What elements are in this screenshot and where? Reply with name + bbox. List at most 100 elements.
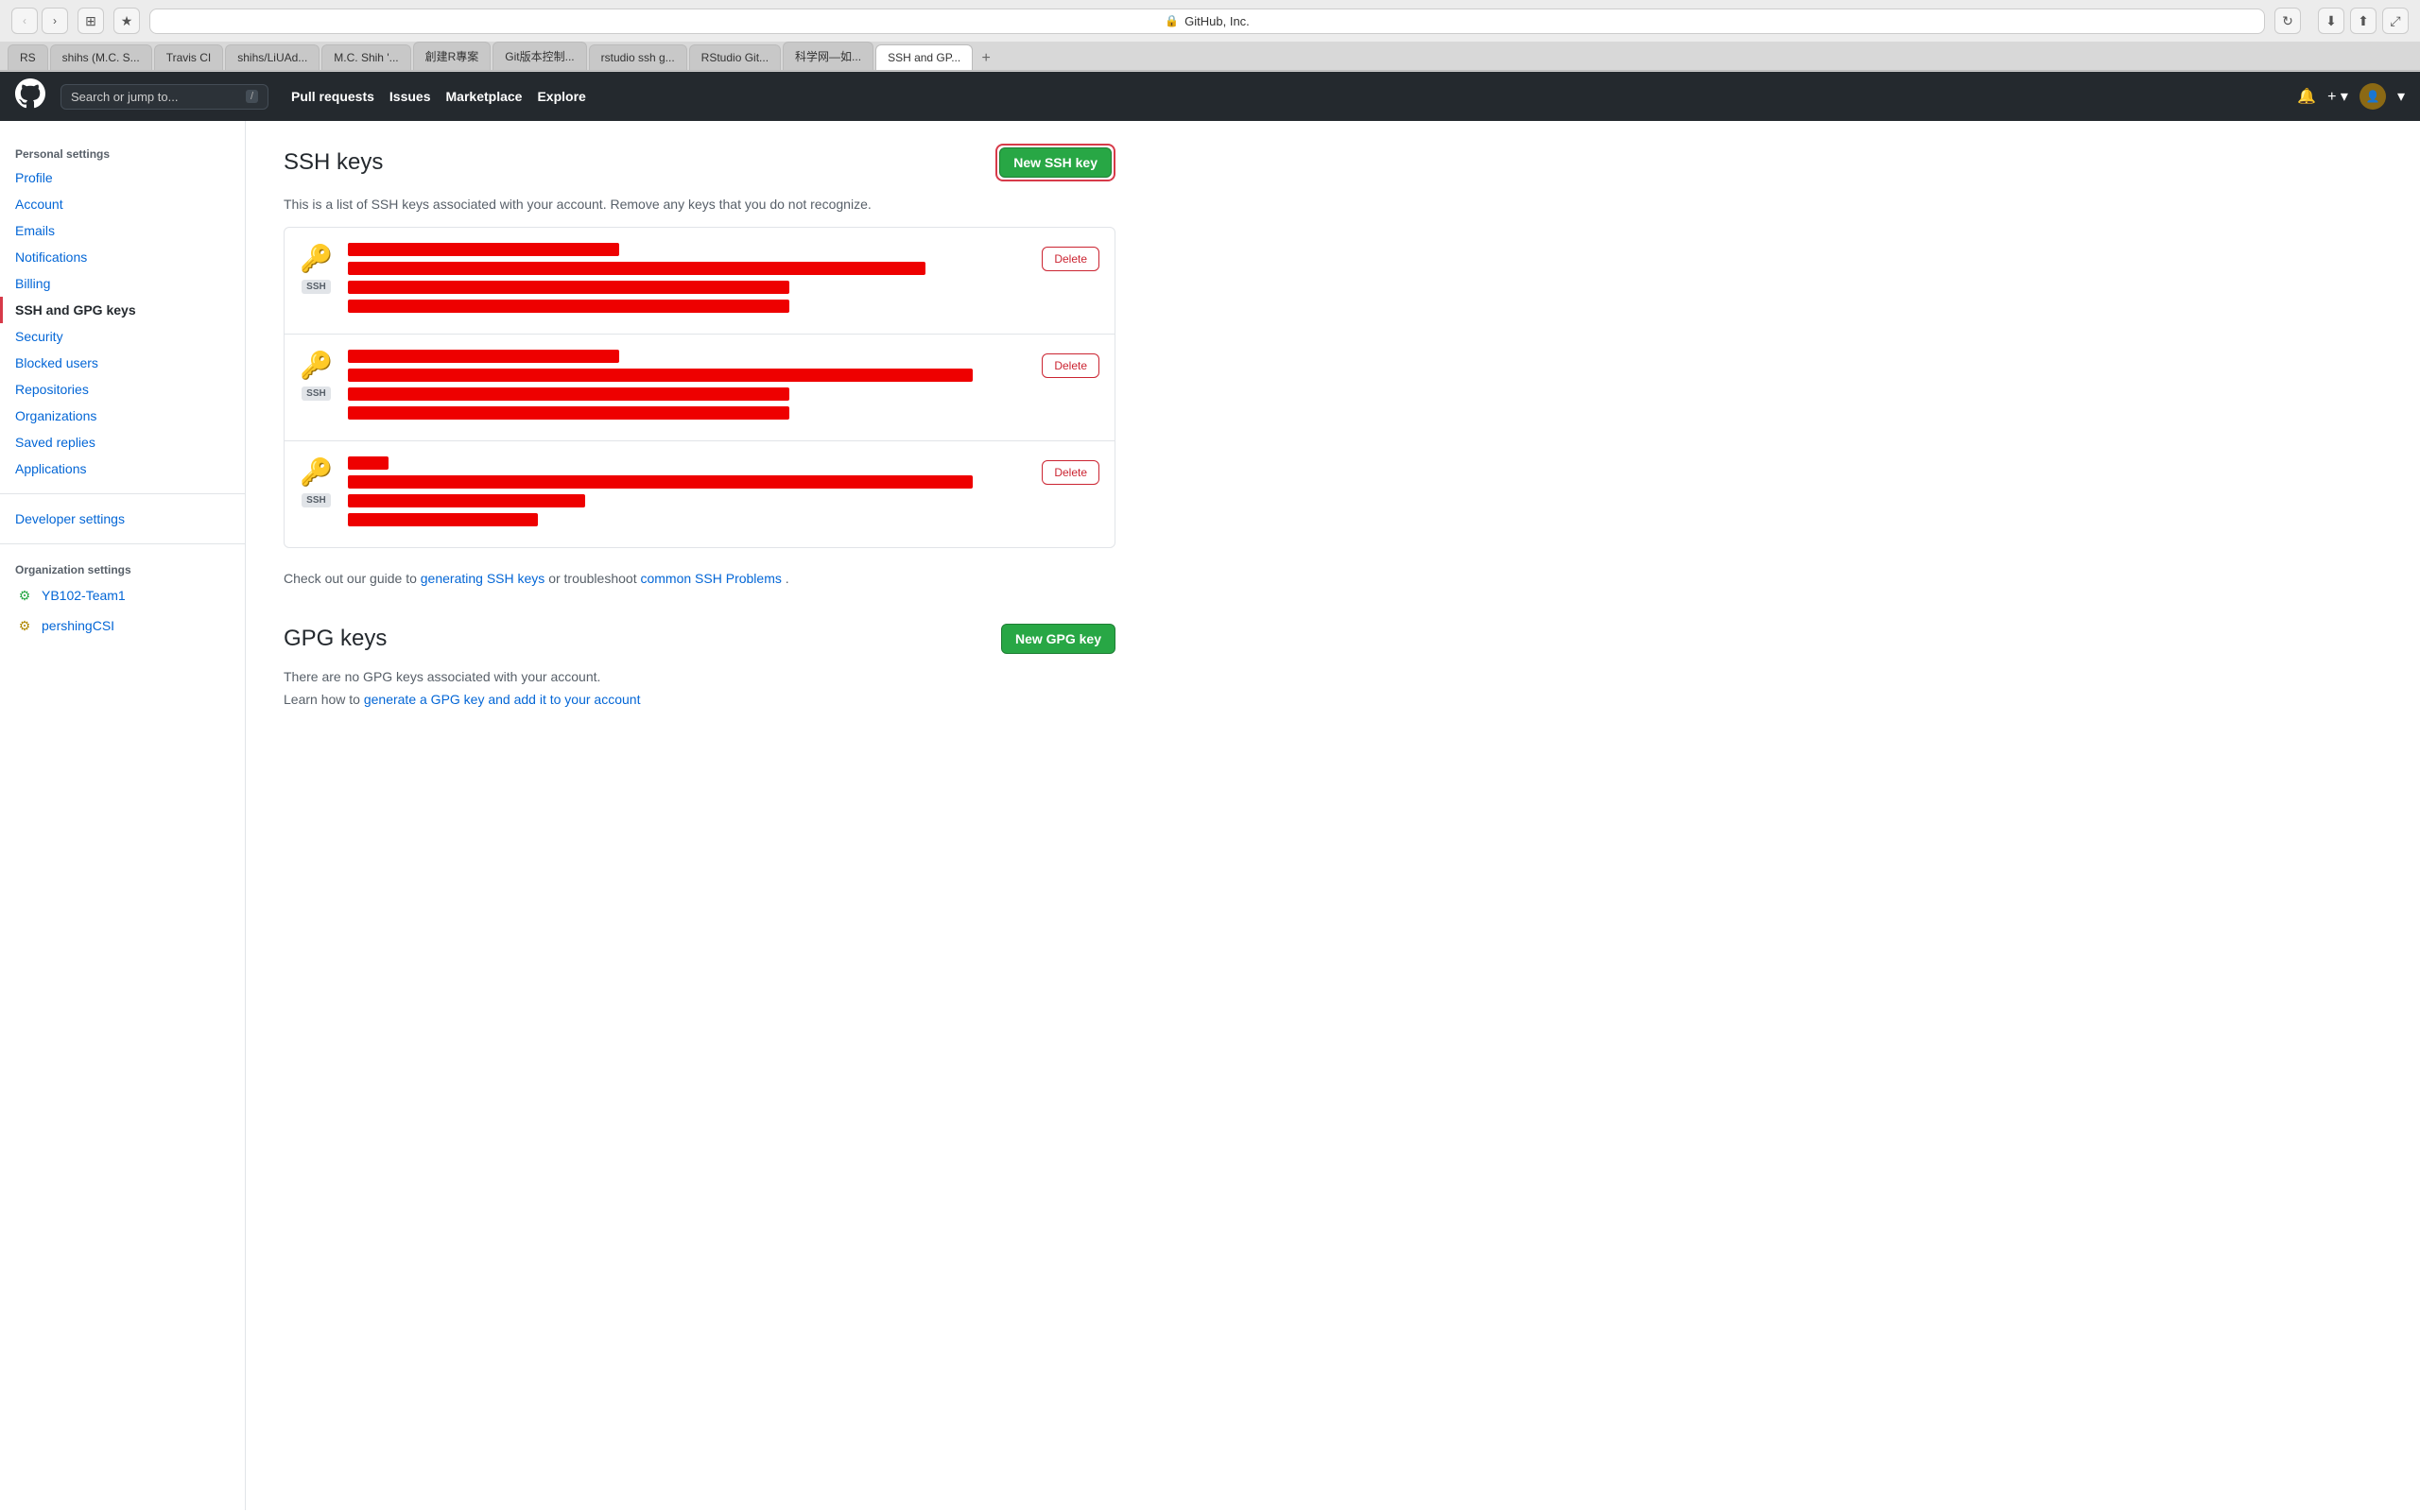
fullscreen-button[interactable]: ⤢ — [2382, 8, 2409, 34]
gpg-empty-text: There are no GPG keys associated with yo… — [284, 669, 1115, 684]
new-tab-button[interactable]: + — [975, 47, 997, 70]
key-icon-container-1: 🔑 SSH — [300, 243, 333, 294]
key-icon-container-2: 🔑 SSH — [300, 350, 333, 401]
org-settings-title: Organization settings — [0, 556, 245, 580]
search-shortcut: / — [246, 90, 258, 103]
sidebar-item-security[interactable]: Security — [0, 323, 245, 350]
nav-pull-requests[interactable]: Pull requests — [291, 89, 374, 104]
key-actions-3: Delete — [1042, 456, 1099, 485]
nav-marketplace[interactable]: Marketplace — [446, 89, 523, 104]
ssh-footer-hint: Check out our guide to generating SSH ke… — [284, 571, 1115, 586]
tab-rstudio-ssh[interactable]: rstudio ssh g... — [589, 44, 687, 70]
nav-explore[interactable]: Explore — [537, 89, 585, 104]
forward-button[interactable]: › — [42, 8, 68, 34]
key-redacted-2-1 — [348, 350, 619, 363]
key-redacted-1-3 — [348, 281, 789, 294]
notifications-button[interactable]: 🔔 — [2297, 87, 2316, 106]
generating-ssh-keys-link[interactable]: generating SSH keys — [421, 571, 545, 586]
tab-rstudio-git[interactable]: RStudio Git... — [689, 44, 781, 70]
key-icon-1: 🔑 — [300, 243, 333, 274]
sidebar-item-repositories[interactable]: Repositories — [0, 376, 245, 403]
tab-ssh-gpg[interactable]: SSH and GP... — [875, 44, 973, 70]
tab-bar: RS shihs (M.C. S... Travis CI shihs/LiUA… — [0, 42, 2420, 71]
tab-shihs[interactable]: shihs (M.C. S... — [50, 44, 152, 70]
sidebar-item-applications[interactable]: Applications — [0, 455, 245, 482]
gpg-section-header: GPG keys New GPG key — [284, 624, 1115, 654]
footer-hint-text: Check out our guide to — [284, 571, 421, 586]
key-icon-3: 🔑 — [300, 456, 333, 488]
bookmark-button[interactable]: ★ — [113, 8, 140, 34]
share-button[interactable]: ⬆ — [2350, 8, 2377, 34]
gpg-title: GPG keys — [284, 626, 387, 652]
github-logo[interactable] — [15, 78, 45, 115]
sidebar-org-pershing[interactable]: ⚙ pershingCSI — [0, 610, 245, 641]
refresh-button[interactable]: ↻ — [2274, 8, 2301, 34]
key-icon-2: 🔑 — [300, 350, 333, 381]
tab-travis[interactable]: Travis CI — [154, 44, 224, 70]
tab-shihs-liu[interactable]: shihs/LiUAd... — [225, 44, 320, 70]
key-redacted-2-4 — [348, 406, 789, 420]
sidebar-item-ssh-gpg[interactable]: SSH and GPG keys — [0, 297, 245, 323]
common-ssh-problems-link[interactable]: common SSH Problems — [640, 571, 781, 586]
gpg-section: GPG keys New GPG key There are no GPG ke… — [284, 624, 1115, 707]
nav-right: 🔔 + ▾ 👤 ▾ — [2297, 83, 2405, 110]
ssh-description: This is a list of SSH keys associated wi… — [284, 197, 1115, 212]
ssh-key-item-2: 🔑 SSH Delete — [285, 335, 1115, 441]
tab-overview-button[interactable]: ⊞ — [78, 8, 104, 34]
avatar[interactable]: 👤 — [2360, 83, 2386, 110]
ssh-section-header: SSH keys New SSH key — [284, 144, 1115, 181]
sidebar-item-billing[interactable]: Billing — [0, 270, 245, 297]
key-redacted-2-3 — [348, 387, 789, 401]
tab-mc[interactable]: M.C. Shih '... — [321, 44, 410, 70]
gpg-learn-pre: Learn how to — [284, 692, 364, 707]
address-text: GitHub, Inc. — [1184, 14, 1250, 28]
address-bar[interactable]: 🔒 GitHub, Inc. — [149, 9, 2265, 34]
sidebar-item-emails[interactable]: Emails — [0, 217, 245, 244]
new-item-button[interactable]: + ▾ — [2327, 87, 2348, 106]
sidebar-item-notifications[interactable]: Notifications — [0, 244, 245, 270]
org-label-pershing: pershingCSI — [42, 618, 114, 633]
main-content: SSH keys New SSH key This is a list of S… — [246, 121, 1153, 1510]
key-details-2 — [348, 350, 1027, 425]
sidebar-item-developer-settings[interactable]: Developer settings — [0, 506, 245, 532]
download-button[interactable]: ⬇ — [2318, 8, 2344, 34]
tab-create-r[interactable]: 創建R專案 — [413, 42, 492, 70]
key-icon-container-3: 🔑 SSH — [300, 456, 333, 507]
tab-sciencenet[interactable]: 科学网—如... — [783, 42, 873, 70]
delete-key-2-button[interactable]: Delete — [1042, 353, 1099, 378]
page-layout: Personal settings Profile Account Emails… — [0, 121, 2420, 1510]
ssh-badge-3: SSH — [302, 493, 331, 507]
sidebar-item-organizations[interactable]: Organizations — [0, 403, 245, 429]
key-redacted-3-1 — [348, 456, 389, 470]
ssh-key-list: 🔑 SSH Delete 🔑 SSH — [284, 227, 1115, 548]
sidebar-item-account[interactable]: Account — [0, 191, 245, 217]
key-redacted-1-1 — [348, 243, 619, 256]
tab-git[interactable]: Git版本控制... — [493, 42, 586, 70]
key-redacted-1-2 — [348, 262, 925, 275]
key-redacted-3-4 — [348, 513, 538, 526]
sidebar-org-yb102[interactable]: ⚙ YB102-Team1 — [0, 580, 245, 610]
new-gpg-button[interactable]: New GPG key — [1001, 624, 1115, 654]
sidebar-divider-2 — [0, 543, 245, 544]
sidebar-item-saved-replies[interactable]: Saved replies — [0, 429, 245, 455]
sidebar-item-blocked-users[interactable]: Blocked users — [0, 350, 245, 376]
key-redacted-2-2 — [348, 369, 973, 382]
footer-mid-text: or troubleshoot — [548, 571, 640, 586]
personal-settings-title: Personal settings — [0, 140, 245, 164]
ssh-badge-2: SSH — [302, 387, 331, 401]
gpg-learn-link[interactable]: generate a GPG key and add it to your ac… — [364, 692, 641, 707]
sidebar-item-profile[interactable]: Profile — [0, 164, 245, 191]
key-redacted-1-4 — [348, 300, 789, 313]
key-actions-1: Delete — [1042, 243, 1099, 271]
search-bar[interactable]: Search or jump to... / — [60, 84, 268, 110]
user-menu-button[interactable]: ▾ — [2397, 87, 2405, 106]
nav-issues[interactable]: Issues — [389, 89, 431, 104]
search-placeholder: Search or jump to... — [71, 90, 178, 104]
delete-key-3-button[interactable]: Delete — [1042, 460, 1099, 485]
new-ssh-button[interactable]: New SSH key — [999, 147, 1112, 178]
back-button[interactable]: ‹ — [11, 8, 38, 34]
tab-rs[interactable]: RS — [8, 44, 48, 70]
gpg-learn-text: Learn how to generate a GPG key and add … — [284, 692, 1115, 707]
key-details-1 — [348, 243, 1027, 318]
delete-key-1-button[interactable]: Delete — [1042, 247, 1099, 271]
